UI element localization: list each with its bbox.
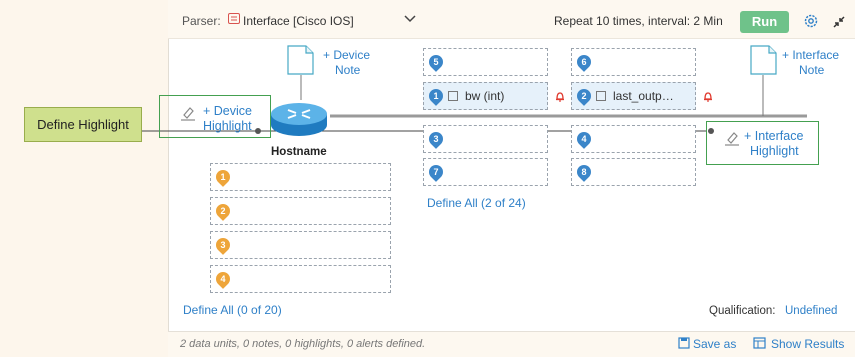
note-icon[interactable] (287, 45, 314, 75)
pin-icon: 3 (213, 235, 233, 255)
highlighter-icon (724, 129, 740, 150)
interface-slot-6[interactable]: 6 (571, 48, 696, 76)
device-slot-2[interactable]: 2 (210, 197, 391, 225)
device-slot-3[interactable]: 3 (210, 231, 391, 259)
results-icon[interactable] (753, 337, 766, 352)
pin-icon: 3 (426, 129, 446, 149)
variable-icon (596, 91, 606, 101)
interface-highlight-box[interactable] (706, 121, 819, 165)
interface-slot-4[interactable]: 4 (571, 125, 696, 153)
interface-slot-7[interactable]: 7 (423, 158, 548, 186)
variable-icon (448, 91, 458, 101)
slot-variable-text: last_outp… (613, 89, 674, 103)
interface-slot-5[interactable]: 5 (423, 48, 548, 76)
slot-variable-text: bw (int) (465, 89, 505, 103)
note-icon[interactable] (750, 45, 777, 75)
define-highlight-callout: Define Highlight (24, 107, 142, 142)
interface-define-all-link[interactable]: Define All (2 of 24) (427, 196, 526, 210)
device-note-label-2[interactable]: Note (335, 63, 360, 77)
pin-icon: 4 (574, 129, 594, 149)
alert-bell-icon[interactable] (703, 90, 713, 105)
alert-bell-icon[interactable] (555, 90, 565, 105)
device-define-all-link[interactable]: Define All (0 of 20) (183, 303, 282, 317)
interface-slot-3[interactable]: 3 (423, 125, 548, 153)
highlighter-icon (180, 104, 196, 125)
qualification-value[interactable]: Undefined (785, 305, 837, 317)
device-highlight-label-2: Highlight (203, 119, 252, 133)
pin-icon: 5 (426, 52, 446, 72)
interface-note-label-1[interactable]: + Interface (782, 48, 839, 62)
save-icon[interactable] (678, 337, 690, 352)
pin-icon: 1 (426, 86, 446, 106)
pin-icon: 4 (213, 269, 233, 289)
status-summary: 2 data units, 0 notes, 0 highlights, 0 a… (180, 338, 426, 350)
pin-icon: 6 (574, 52, 594, 72)
save-as-button[interactable]: Save as (693, 337, 736, 351)
router-icon[interactable] (268, 98, 330, 141)
pin-icon: 7 (426, 162, 446, 182)
pin-icon: 8 (574, 162, 594, 182)
pin-icon: 2 (574, 86, 594, 106)
device-slot-1[interactable]: 1 (210, 163, 391, 191)
interface-slot-1[interactable]: 1 bw (int) (423, 82, 548, 110)
device-highlight-label-1: + Device (203, 104, 252, 118)
pin-icon: 1 (213, 167, 233, 187)
device-note-label-1[interactable]: + Device (323, 48, 370, 62)
device-slot-4[interactable]: 4 (210, 265, 391, 293)
interface-slot-8[interactable]: 8 (571, 158, 696, 186)
interface-highlight-label-2: Highlight (750, 144, 799, 158)
qualification-label: Qualification: (709, 305, 776, 317)
interface-slot-2[interactable]: 2 last_outp… (571, 82, 696, 110)
interface-highlight-label-1: + Interface (744, 129, 804, 143)
hostname-label: Hostname (271, 146, 327, 158)
show-results-button[interactable]: Show Results (771, 337, 844, 351)
interface-note-label-2[interactable]: Note (799, 63, 824, 77)
pin-icon: 2 (213, 201, 233, 221)
